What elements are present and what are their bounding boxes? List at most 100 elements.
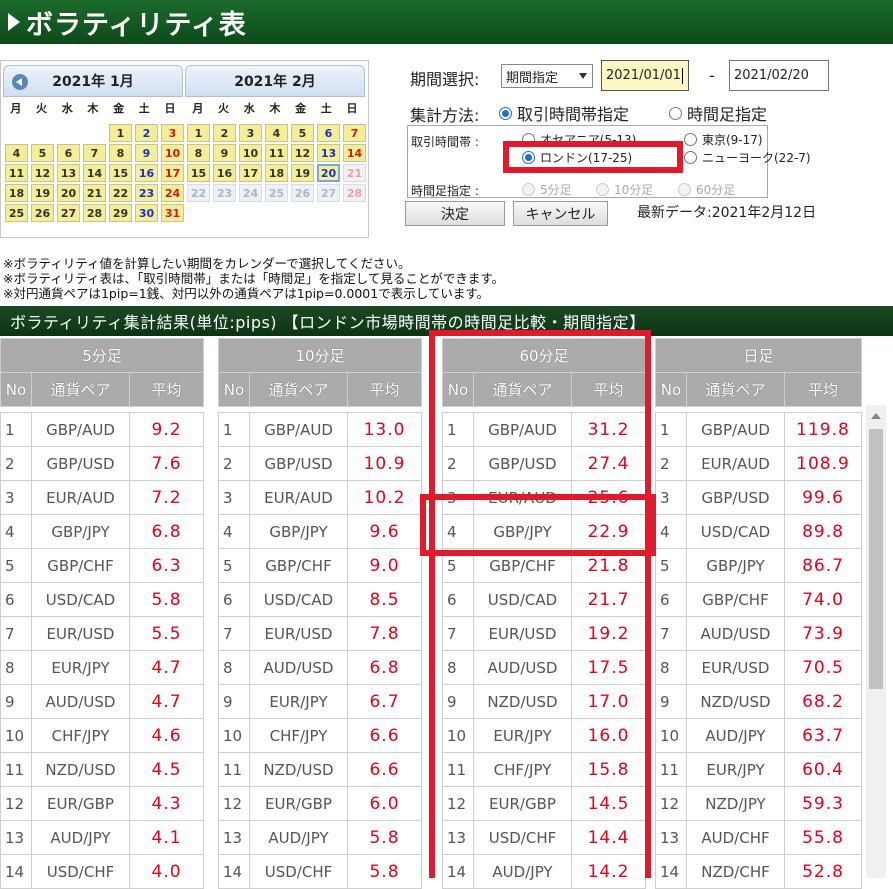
calendar-day[interactable]: 7 xyxy=(83,144,106,162)
calendar-day[interactable]: 7 xyxy=(343,124,366,142)
cell-avg: 6.8 xyxy=(129,514,204,549)
calendar-day[interactable]: 4 xyxy=(5,144,28,162)
calendar-day[interactable]: 19 xyxy=(291,164,314,182)
cell-no: 10 xyxy=(0,718,32,753)
calendar-day[interactable]: 22 xyxy=(187,184,210,202)
calendar-day[interactable]: 31 xyxy=(161,204,184,222)
date-from-input[interactable]: 2021/01/01 xyxy=(601,60,689,91)
calendar-day[interactable]: 24 xyxy=(239,184,262,202)
cell-avg: 73.9 xyxy=(783,616,863,651)
calendar-day[interactable]: 21 xyxy=(343,164,366,182)
calendar-day[interactable]: 17 xyxy=(239,164,262,182)
column-header-pair[interactable]: 通貨ペア xyxy=(31,372,130,407)
cell-avg: 63.7 xyxy=(783,718,863,753)
calendar-day[interactable]: 28 xyxy=(343,184,366,202)
calendar-day[interactable]: 10 xyxy=(239,144,262,162)
calendar-day[interactable]: 27 xyxy=(317,184,340,202)
agg-option-session[interactable]: 取引時間帯指定 xyxy=(499,101,629,125)
calendar-day[interactable]: 20 xyxy=(57,184,80,202)
cell-no: 9 xyxy=(655,684,687,719)
calendar-day[interactable]: 14 xyxy=(83,164,106,182)
calendar-day[interactable]: 22 xyxy=(109,184,132,202)
calendar-day[interactable]: 29 xyxy=(109,204,132,222)
column-header-pair[interactable]: 通貨ペア xyxy=(686,372,785,407)
cell-avg: 4.5 xyxy=(129,752,204,787)
calendar-day[interactable]: 5 xyxy=(31,144,54,162)
calendar-day[interactable]: 28 xyxy=(83,204,106,222)
calendar-day[interactable]: 9 xyxy=(135,144,158,162)
cell-pair: EUR/AUD xyxy=(249,480,348,515)
calendar-day[interactable]: 25 xyxy=(265,184,288,202)
calendar-day[interactable]: 15 xyxy=(187,164,210,182)
session-tokyo[interactable]: 東京(9-17) xyxy=(684,131,763,148)
calendar-day[interactable]: 8 xyxy=(187,144,210,162)
calendar-day[interactable]: 26 xyxy=(291,184,314,202)
timeframe-option-label: 10分足 xyxy=(614,183,654,197)
period-label: 期間選択: xyxy=(410,70,480,89)
calendar-day[interactable]: 18 xyxy=(265,164,288,182)
calendar-day[interactable]: 8 xyxy=(109,144,132,162)
calendar-day[interactable]: 18 xyxy=(5,184,28,202)
calendar-day[interactable]: 2 xyxy=(213,124,236,142)
calendar-day[interactable]: 13 xyxy=(57,164,80,182)
calendar-day[interactable]: 23 xyxy=(213,184,236,202)
calendar-day[interactable]: 15 xyxy=(109,164,132,182)
calendar-day[interactable]: 4 xyxy=(265,124,288,142)
scrollbar[interactable] xyxy=(866,405,886,878)
calendar-day[interactable]: 9 xyxy=(213,144,236,162)
timeframe-60m[interactable]: 60分足 xyxy=(678,181,735,198)
calendar-day[interactable]: 16 xyxy=(135,164,158,182)
date-to-input[interactable]: 2021/02/20 xyxy=(729,60,829,91)
calendar-day[interactable]: 6 xyxy=(317,124,340,142)
calendar-day[interactable]: 12 xyxy=(291,144,314,162)
agg-option-timeframe[interactable]: 時間足指定 xyxy=(669,101,767,125)
calendar-day[interactable]: 17 xyxy=(161,164,184,182)
calendar-day[interactable]: 25 xyxy=(5,204,28,222)
timeframe-option-label: 60分足 xyxy=(696,183,736,197)
column-header-avg[interactable]: 平均 xyxy=(346,372,423,407)
calendar-day[interactable]: 24 xyxy=(161,184,184,202)
calendar-day[interactable]: 2 xyxy=(135,124,158,142)
calendar-day[interactable]: 19 xyxy=(31,184,54,202)
calendar-day[interactable]: 10 xyxy=(161,144,184,162)
column-header-no[interactable]: No xyxy=(655,372,687,407)
calendar-day[interactable]: 21 xyxy=(83,184,106,202)
calendar-day[interactable]: 1 xyxy=(109,124,132,142)
calendar-day[interactable]: 1 xyxy=(187,124,210,142)
session-newyork[interactable]: ニューヨーク(22-7) xyxy=(684,149,811,166)
scroll-thumb[interactable] xyxy=(869,429,883,689)
calendar-day[interactable]: 3 xyxy=(239,124,262,142)
calendar-day[interactable]: 13 xyxy=(317,144,340,162)
weekday-row: 月 火水 木 金土 日 xyxy=(3,97,183,119)
table-row: 4 USD/CAD 89.8 xyxy=(655,514,863,549)
timeframe-5m[interactable]: 5分足 xyxy=(522,181,572,198)
calendar-day[interactable]: 11 xyxy=(265,144,288,162)
cancel-button[interactable]: キャンセル xyxy=(513,201,608,226)
calendar-day[interactable]: 11 xyxy=(5,164,28,182)
column-header-pair[interactable]: 通貨ペア xyxy=(249,372,348,407)
column-header-no[interactable]: No xyxy=(0,372,32,407)
cell-no: 3 xyxy=(655,480,687,515)
calendar-day[interactable]: 26 xyxy=(31,204,54,222)
period-select[interactable]: 期間指定 xyxy=(501,64,593,88)
column-header-avg[interactable]: 平均 xyxy=(129,372,204,407)
calendar-day[interactable]: 16 xyxy=(213,164,236,182)
calendar-day[interactable]: 30 xyxy=(135,204,158,222)
table-title: 5分足 xyxy=(0,338,204,373)
ok-button[interactable]: 決定 xyxy=(405,201,505,226)
scroll-up-icon[interactable] xyxy=(871,413,881,419)
column-header-avg[interactable]: 平均 xyxy=(783,372,863,407)
column-header-no[interactable]: No xyxy=(218,372,250,407)
calendar-day[interactable]: 3 xyxy=(161,124,184,142)
timeframe-10m[interactable]: 10分足 xyxy=(596,181,653,198)
calendar-day[interactable]: 14 xyxy=(343,144,366,162)
cell-no: 10 xyxy=(655,718,687,753)
calendar-day[interactable]: 5 xyxy=(291,124,314,142)
prev-month-icon[interactable] xyxy=(12,74,28,90)
cell-no: 2 xyxy=(655,446,687,481)
calendar-day[interactable]: 12 xyxy=(31,164,54,182)
calendar-day[interactable]: 27 xyxy=(57,204,80,222)
calendar-day[interactable]: 6 xyxy=(57,144,80,162)
calendar-day[interactable]: 20 xyxy=(317,164,340,182)
calendar-day[interactable]: 23 xyxy=(135,184,158,202)
